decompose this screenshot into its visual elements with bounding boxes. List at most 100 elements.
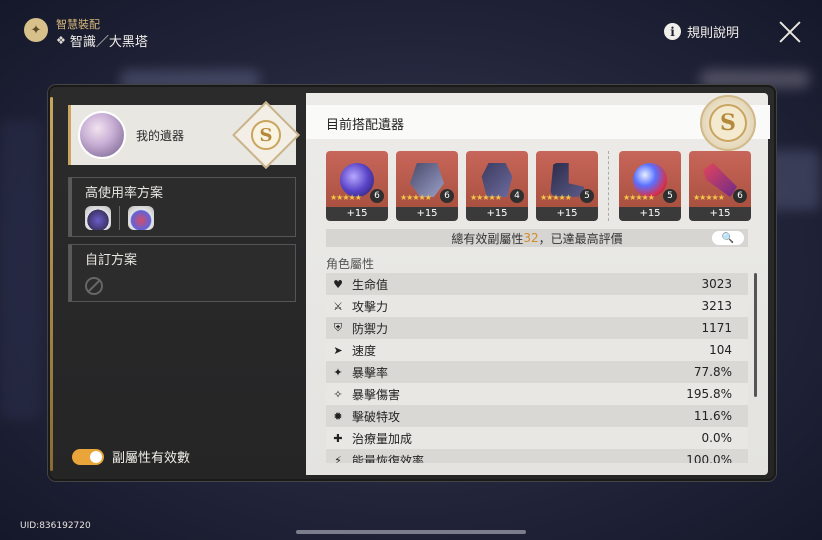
rules-label: 規則說明 [687,26,740,41]
attribute-row: ⚔ 攻擊力 3213 [326,295,748,317]
relic-row: ★★★★★ 6 +15 ★★★★★ 6 +15 ★★★★★ 4 +15 ★★★★… [326,151,751,221]
rank-letter: S [709,104,747,142]
close-button[interactable] [778,20,802,44]
rules-button[interactable]: i 規則說明 [664,22,739,41]
details-button[interactable]: 🔍 [712,231,744,245]
equipped-relics-panel: 目前搭配遺器 S ★★★★★ 6 +15 ★★★★★ 6 +15 ★★★★★ 4 [306,93,770,475]
hp-icon: ♥ [333,277,343,291]
rarity-stars: ★★★★★ [330,193,362,202]
relic-enhance: +15 [689,207,751,221]
planar-sphere-icon [633,163,667,197]
home-indicator[interactable] [296,530,526,534]
attribute-value: 100.0% [686,453,732,463]
hands-relic-icon [410,163,444,197]
attribute-value: 104 [709,343,732,357]
attribute-row: ⚡ 能量恢復效率 100.0% [326,449,748,463]
equipped-label: 目前搭配遺器 [326,118,405,133]
relic-slot-link-rope[interactable]: ★★★★★ 6 +15 [689,151,751,221]
summary-count: 32 [523,231,539,245]
rank-letter: S [251,120,281,150]
relic-slot-body[interactable]: ★★★★★ 4 +15 [466,151,528,221]
plan-indicator [69,178,72,236]
relic-level: 5 [580,189,594,203]
attribute-row: ✦ 暴擊率 77.8% [326,361,748,383]
attribute-row: ✹ 擊破特攻 11.6% [326,405,748,427]
my-relics-card[interactable]: 我的遺器 S [68,101,300,169]
attribute-name: 速度 [352,343,377,358]
attribute-name: 擊破特攻 [352,409,401,424]
relic-enhance: +15 [396,207,458,221]
empty-slot-icon [85,277,103,295]
attribute-value: 0.0% [701,431,733,445]
attribute-value: 77.8% [693,365,732,379]
attribute-value: 1171 [701,321,732,335]
speed-icon: ➤ [333,343,343,357]
custom-plan[interactable]: 自訂方案 [68,244,296,302]
sphere-relic-icon [340,163,374,197]
scrollbar[interactable] [754,273,757,397]
planar-set-icon [128,206,154,230]
selected-indicator [68,105,71,165]
page-title: ❖ 智識／大黑塔 [56,31,148,50]
info-icon: i [664,23,681,40]
rank-emblem: S [232,101,300,169]
plan-indicator [69,245,72,301]
relic-divider [608,151,609,221]
high-usage-plan[interactable]: 高使用率方案 [68,177,296,237]
relic-level: 5 [663,189,677,203]
relic-slot-planar-sphere[interactable]: ★★★★★ 5 +15 [619,151,681,221]
relic-enhance: +15 [326,207,388,221]
substat-summary: 總有效副屬性 32 ，已達最高評價 🔍 [326,229,748,247]
relic-level: 4 [510,189,524,203]
attribute-row: ✧ 暴擊傷害 195.8% [326,383,748,405]
attribute-row: ➤ 速度 104 [326,339,748,361]
my-relics-label: 我的遺器 [136,128,185,143]
equipped-header: 目前搭配遺器 S [306,95,770,151]
page-title-text: 智識／大黑塔 [69,35,148,50]
crit-rate-icon: ✦ [333,365,343,379]
attribute-name: 治療量加成 [352,431,413,446]
attribute-title: 角色屬性 [326,257,375,271]
attribute-value: 3023 [701,277,732,291]
relic-enhance: +15 [466,207,528,221]
attribute-value: 3213 [701,299,732,313]
attribute-name: 攻擊力 [352,299,389,314]
relic-slot-head[interactable]: ★★★★★ 6 +15 [326,151,388,221]
body-relic-icon [481,163,513,197]
attribute-list[interactable]: ♥ 生命值 3023 ⚔ 攻擊力 3213 ⛨ 防禦力 1171 ➤ 速度 104 ✦ 暴擊率 77… [326,273,748,463]
relic-slot-feet[interactable]: ★★★★★ 5 +15 [536,151,598,221]
attribute-name: 暴擊傷害 [352,387,401,402]
attribute-row: ♥ 生命值 3023 [326,273,748,295]
summary-prefix: 總有效副屬性 [451,231,524,246]
relic-enhance: +15 [536,207,598,221]
path-icon: ❖ [56,34,66,47]
energy-regen-icon: ⚡ [334,453,342,464]
attribute-value: 11.6% [693,409,732,423]
substat-toggle-row[interactable]: 副屬性有效數 [72,447,190,466]
relic-slot-hands[interactable]: ★★★★★ 6 +15 [396,151,458,221]
attribute-row: ⛨ 防禦力 1171 [326,317,748,339]
rarity-stars: ★★★★★ [470,193,502,202]
substat-toggle[interactable] [72,448,104,465]
relic-level: 6 [370,189,384,203]
attribute-value: 195.8% [686,387,732,401]
character-icon: ✦ [24,18,48,42]
attribute-name: 防禦力 [352,321,389,336]
attribute-row: ✚ 治療量加成 0.0% [326,427,748,449]
relic-level: 6 [733,189,747,203]
avatar [78,111,126,159]
toggle-label: 副屬性有效數 [112,451,191,466]
panel-edge [50,97,53,471]
divider [119,206,120,230]
relic-level: 6 [440,189,454,203]
attribute-name: 生命值 [352,277,389,292]
healing-icon: ✚ [333,431,343,445]
atk-icon: ⚔ [333,299,343,313]
search-icon: 🔍 [721,232,735,244]
crit-dmg-icon: ✧ [333,387,343,401]
custom-plan-title: 自訂方案 [85,253,138,268]
relic-enhance: +15 [619,207,681,221]
rarity-stars: ★★★★★ [400,193,432,202]
app-subtitle: 智慧裝配 [56,18,100,31]
def-icon: ⛨ [333,321,343,334]
